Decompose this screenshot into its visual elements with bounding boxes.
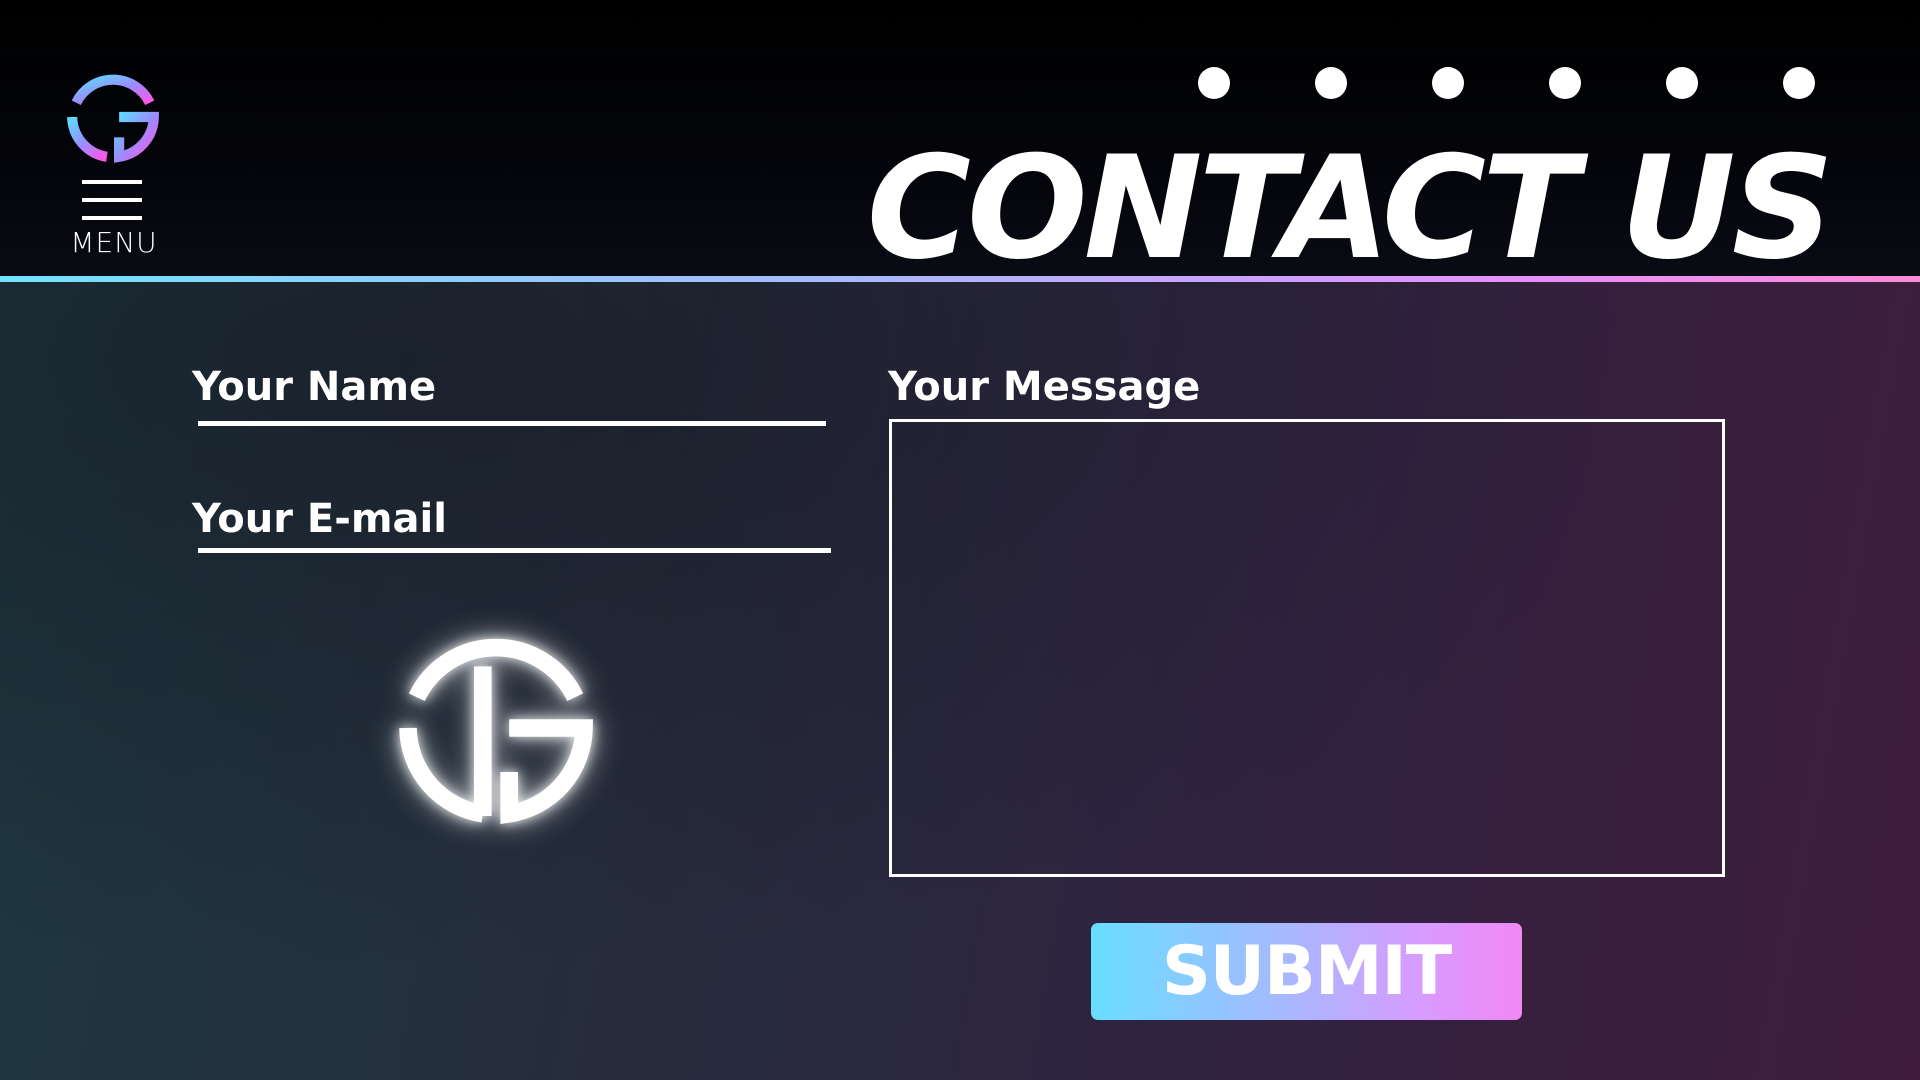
email-input[interactable] bbox=[198, 509, 831, 553]
carousel-dots bbox=[1198, 67, 1818, 101]
carousel-dot[interactable] bbox=[1549, 67, 1581, 99]
carousel-dot[interactable] bbox=[1783, 67, 1815, 99]
jg-logo-icon[interactable] bbox=[62, 66, 164, 168]
carousel-dot[interactable] bbox=[1198, 67, 1230, 99]
submit-button-label: SUBMIT bbox=[1161, 932, 1452, 1011]
page-title: CONTACT US bbox=[700, 142, 1830, 280]
carousel-dot[interactable] bbox=[1666, 67, 1698, 99]
message-label: Your Message bbox=[888, 364, 1201, 410]
jg-logo-large-icon bbox=[399, 638, 593, 825]
menu-button[interactable]: MENU bbox=[60, 180, 168, 260]
hamburger-icon bbox=[82, 180, 142, 222]
menu-label: MENU bbox=[70, 226, 158, 259]
name-input[interactable] bbox=[198, 382, 826, 426]
carousel-dot[interactable] bbox=[1315, 67, 1347, 99]
page-title-text: CONTACT US bbox=[866, 142, 1830, 280]
submit-button[interactable]: SUBMIT bbox=[1091, 923, 1522, 1020]
carousel-dot[interactable] bbox=[1432, 67, 1464, 99]
message-textarea[interactable] bbox=[889, 419, 1725, 877]
